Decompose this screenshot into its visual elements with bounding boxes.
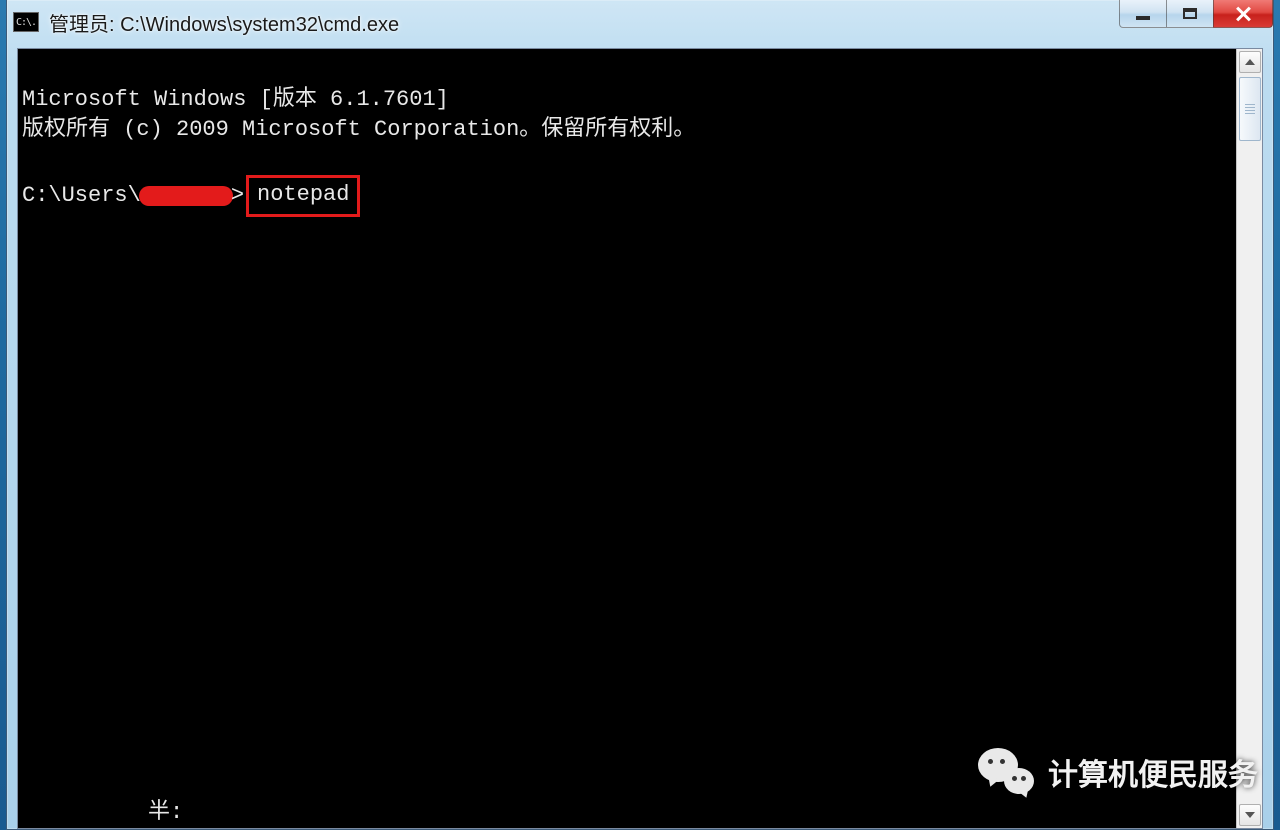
close-icon: [1235, 6, 1251, 22]
ime-status: 半:: [148, 798, 183, 828]
maximize-button[interactable]: [1166, 0, 1214, 28]
scroll-thumb[interactable]: [1239, 77, 1261, 141]
prompt-suffix: >: [231, 181, 244, 211]
minimize-button[interactable]: [1119, 0, 1167, 28]
titlebar[interactable]: C:\. 管理员: C:\Windows\system32\cmd.exe: [7, 0, 1273, 44]
command-text: notepad: [257, 182, 349, 207]
close-button[interactable]: [1213, 0, 1273, 28]
chevron-down-icon: [1245, 812, 1255, 818]
maximize-icon: [1183, 8, 1197, 19]
window-controls: [1120, 0, 1273, 30]
console-prompt-line: C:\Users\ > notepad: [22, 175, 1232, 217]
scroll-down-button[interactable]: [1239, 804, 1261, 826]
console-output[interactable]: Microsoft Windows [版本 6.1.7601] 版权所有 (c)…: [18, 49, 1236, 828]
scroll-up-button[interactable]: [1239, 51, 1261, 73]
command-highlight: notepad: [246, 175, 360, 217]
cmd-app-icon-label: C:\.: [16, 17, 36, 28]
console-line-copyright: 版权所有 (c) 2009 Microsoft Corporation。保留所有…: [22, 117, 695, 142]
window-title: 管理员: C:\Windows\system32\cmd.exe: [49, 8, 399, 37]
console-line-version: Microsoft Windows [版本 6.1.7601]: [22, 87, 449, 112]
minimize-icon: [1136, 16, 1150, 20]
window-frame: C:\. 管理员: C:\Windows\system32\cmd.exe Mi…: [6, 0, 1274, 830]
prompt-prefix: C:\Users\: [22, 181, 141, 211]
chevron-up-icon: [1245, 59, 1255, 65]
redacted-username: [139, 186, 233, 206]
vertical-scrollbar[interactable]: [1236, 49, 1262, 828]
client-area: Microsoft Windows [版本 6.1.7601] 版权所有 (c)…: [17, 48, 1263, 829]
cmd-app-icon: C:\.: [13, 12, 39, 32]
